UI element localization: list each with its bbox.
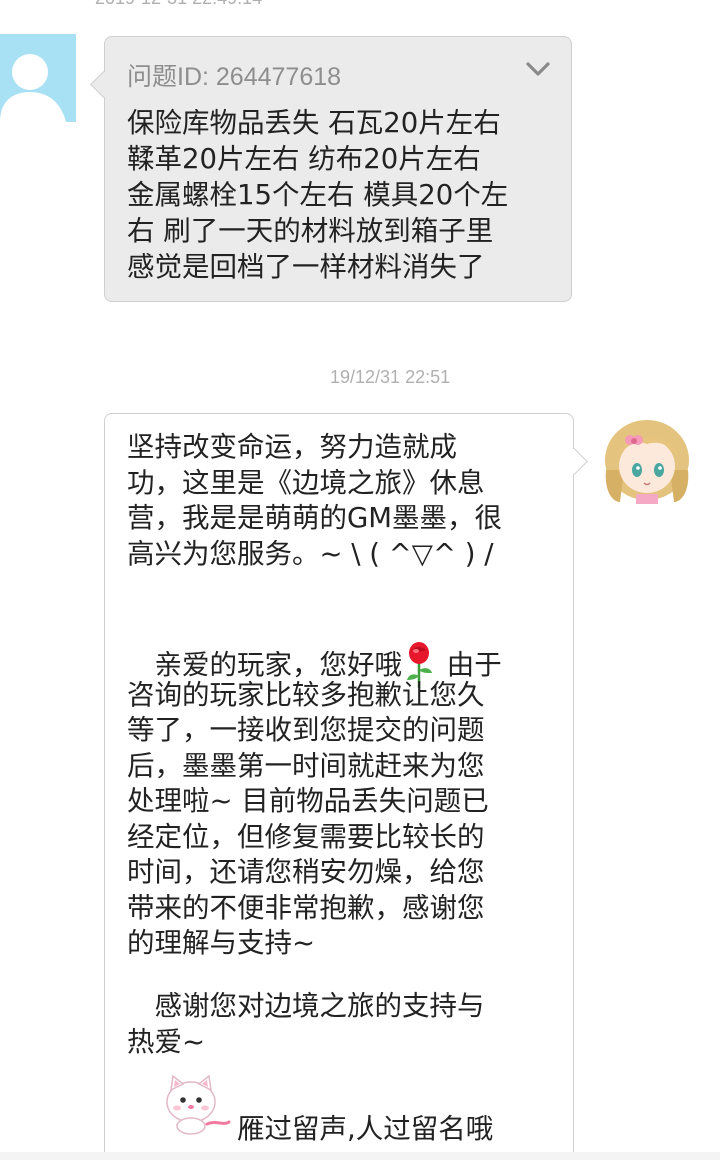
chevron-down-icon[interactable] bbox=[525, 59, 551, 79]
question-id-label: 问题ID: 264477618 bbox=[127, 63, 342, 91]
anime-girl-avatar-icon bbox=[605, 420, 689, 504]
gm-response-paragraph: 亲爱的玩家，您好哦 由于 咨询的玩家比较多抱歉让您久 等了，一接收到您提交的问题… bbox=[127, 642, 567, 962]
message-line: 金属螺栓15个左右 模具20个左 bbox=[127, 179, 509, 211]
user-message-bubble: 问题ID: 264477618 保险库物品丢失 石瓦20片左右 鞣革20片左右 … bbox=[90, 36, 572, 302]
message-line: 的理解与支持~ bbox=[127, 927, 316, 959]
message-line: 坚持改变命运，努力造就成 bbox=[127, 431, 457, 463]
gm-avatar[interactable] bbox=[600, 410, 694, 504]
message-line: 亲爱的玩家，您好哦 由于 bbox=[127, 642, 567, 688]
message-line: 咨询的玩家比较多抱歉让您久 bbox=[127, 678, 485, 711]
message-line: 功，这里是《边境之旅》休息 bbox=[127, 466, 485, 499]
message-line: 感谢您对边境之旅的支持与 bbox=[127, 990, 485, 1022]
message-line: 右 刷了一天的材料放到箱子里 bbox=[127, 215, 494, 247]
gm-message-bubble: 坚持改变命运，努力造就成 功，这里是《边境之旅》休息 营，我是是萌萌的GM墨墨，… bbox=[104, 413, 588, 1160]
user-message-text: 保险库物品丢失 石瓦20片左右 鞣革20片左右 纺布20片左右 金属螺栓15个左… bbox=[127, 105, 547, 285]
default-user-avatar-icon bbox=[0, 54, 66, 122]
bubble-tail bbox=[90, 71, 117, 98]
gm-signature: 雁过留声,人过留名哦 bbox=[163, 1072, 563, 1145]
message-line: 保险库物品丢失 石瓦20片左右 bbox=[127, 107, 501, 139]
message-line: 带来的不便非常抱歉，感谢您 bbox=[127, 891, 485, 924]
message-line: 热爱~ bbox=[127, 1025, 206, 1058]
message-line: 后，墨墨第一时间就赶来为您 bbox=[127, 749, 485, 782]
message-text: 亲爱的玩家，您好哦 bbox=[127, 649, 402, 681]
gm-greeting-paragraph: 坚持改变命运，努力造就成 功，这里是《边境之旅》休息 营，我是是萌萌的GM墨墨，… bbox=[127, 430, 567, 572]
message-timestamp: 2019-12-31 22:49:14 bbox=[95, 0, 262, 9]
gm-thanks-paragraph: 感谢您对边境之旅的支持与 热爱~ bbox=[127, 989, 567, 1060]
user-avatar[interactable] bbox=[0, 34, 76, 122]
message-line: 营，我是是萌萌的GM墨墨，很 bbox=[127, 502, 503, 534]
message-line: 经定位，但修复需要比较长的 bbox=[127, 820, 485, 853]
message-line: 处理啦~ 目前物品丢失问题已 bbox=[127, 785, 489, 817]
message-line: 高兴为您服务。~ \ ( ^▽^ ) / bbox=[127, 537, 494, 570]
message-line: 感觉是回档了一样材料消失了 bbox=[127, 251, 485, 283]
chat-screen: 2019-12-31 22:49:14 问题ID: 264477618 保险库物… bbox=[0, 0, 720, 1160]
message-line: 鞣革20片左右 纺布20片左右 bbox=[127, 143, 481, 175]
message-timestamp: 19/12/31 22:51 bbox=[330, 367, 451, 387]
message-line: 等了，一接收到您提交的问题 bbox=[127, 714, 485, 746]
message-line: 时间，还请您稍安勿燥，给您 bbox=[127, 856, 485, 888]
message-text: 由于 bbox=[438, 649, 502, 681]
bottom-divider bbox=[0, 1152, 720, 1160]
signature-text: 雁过留声,人过留名哦 bbox=[237, 1113, 494, 1145]
cat-emoji-icon bbox=[166, 1074, 231, 1135]
